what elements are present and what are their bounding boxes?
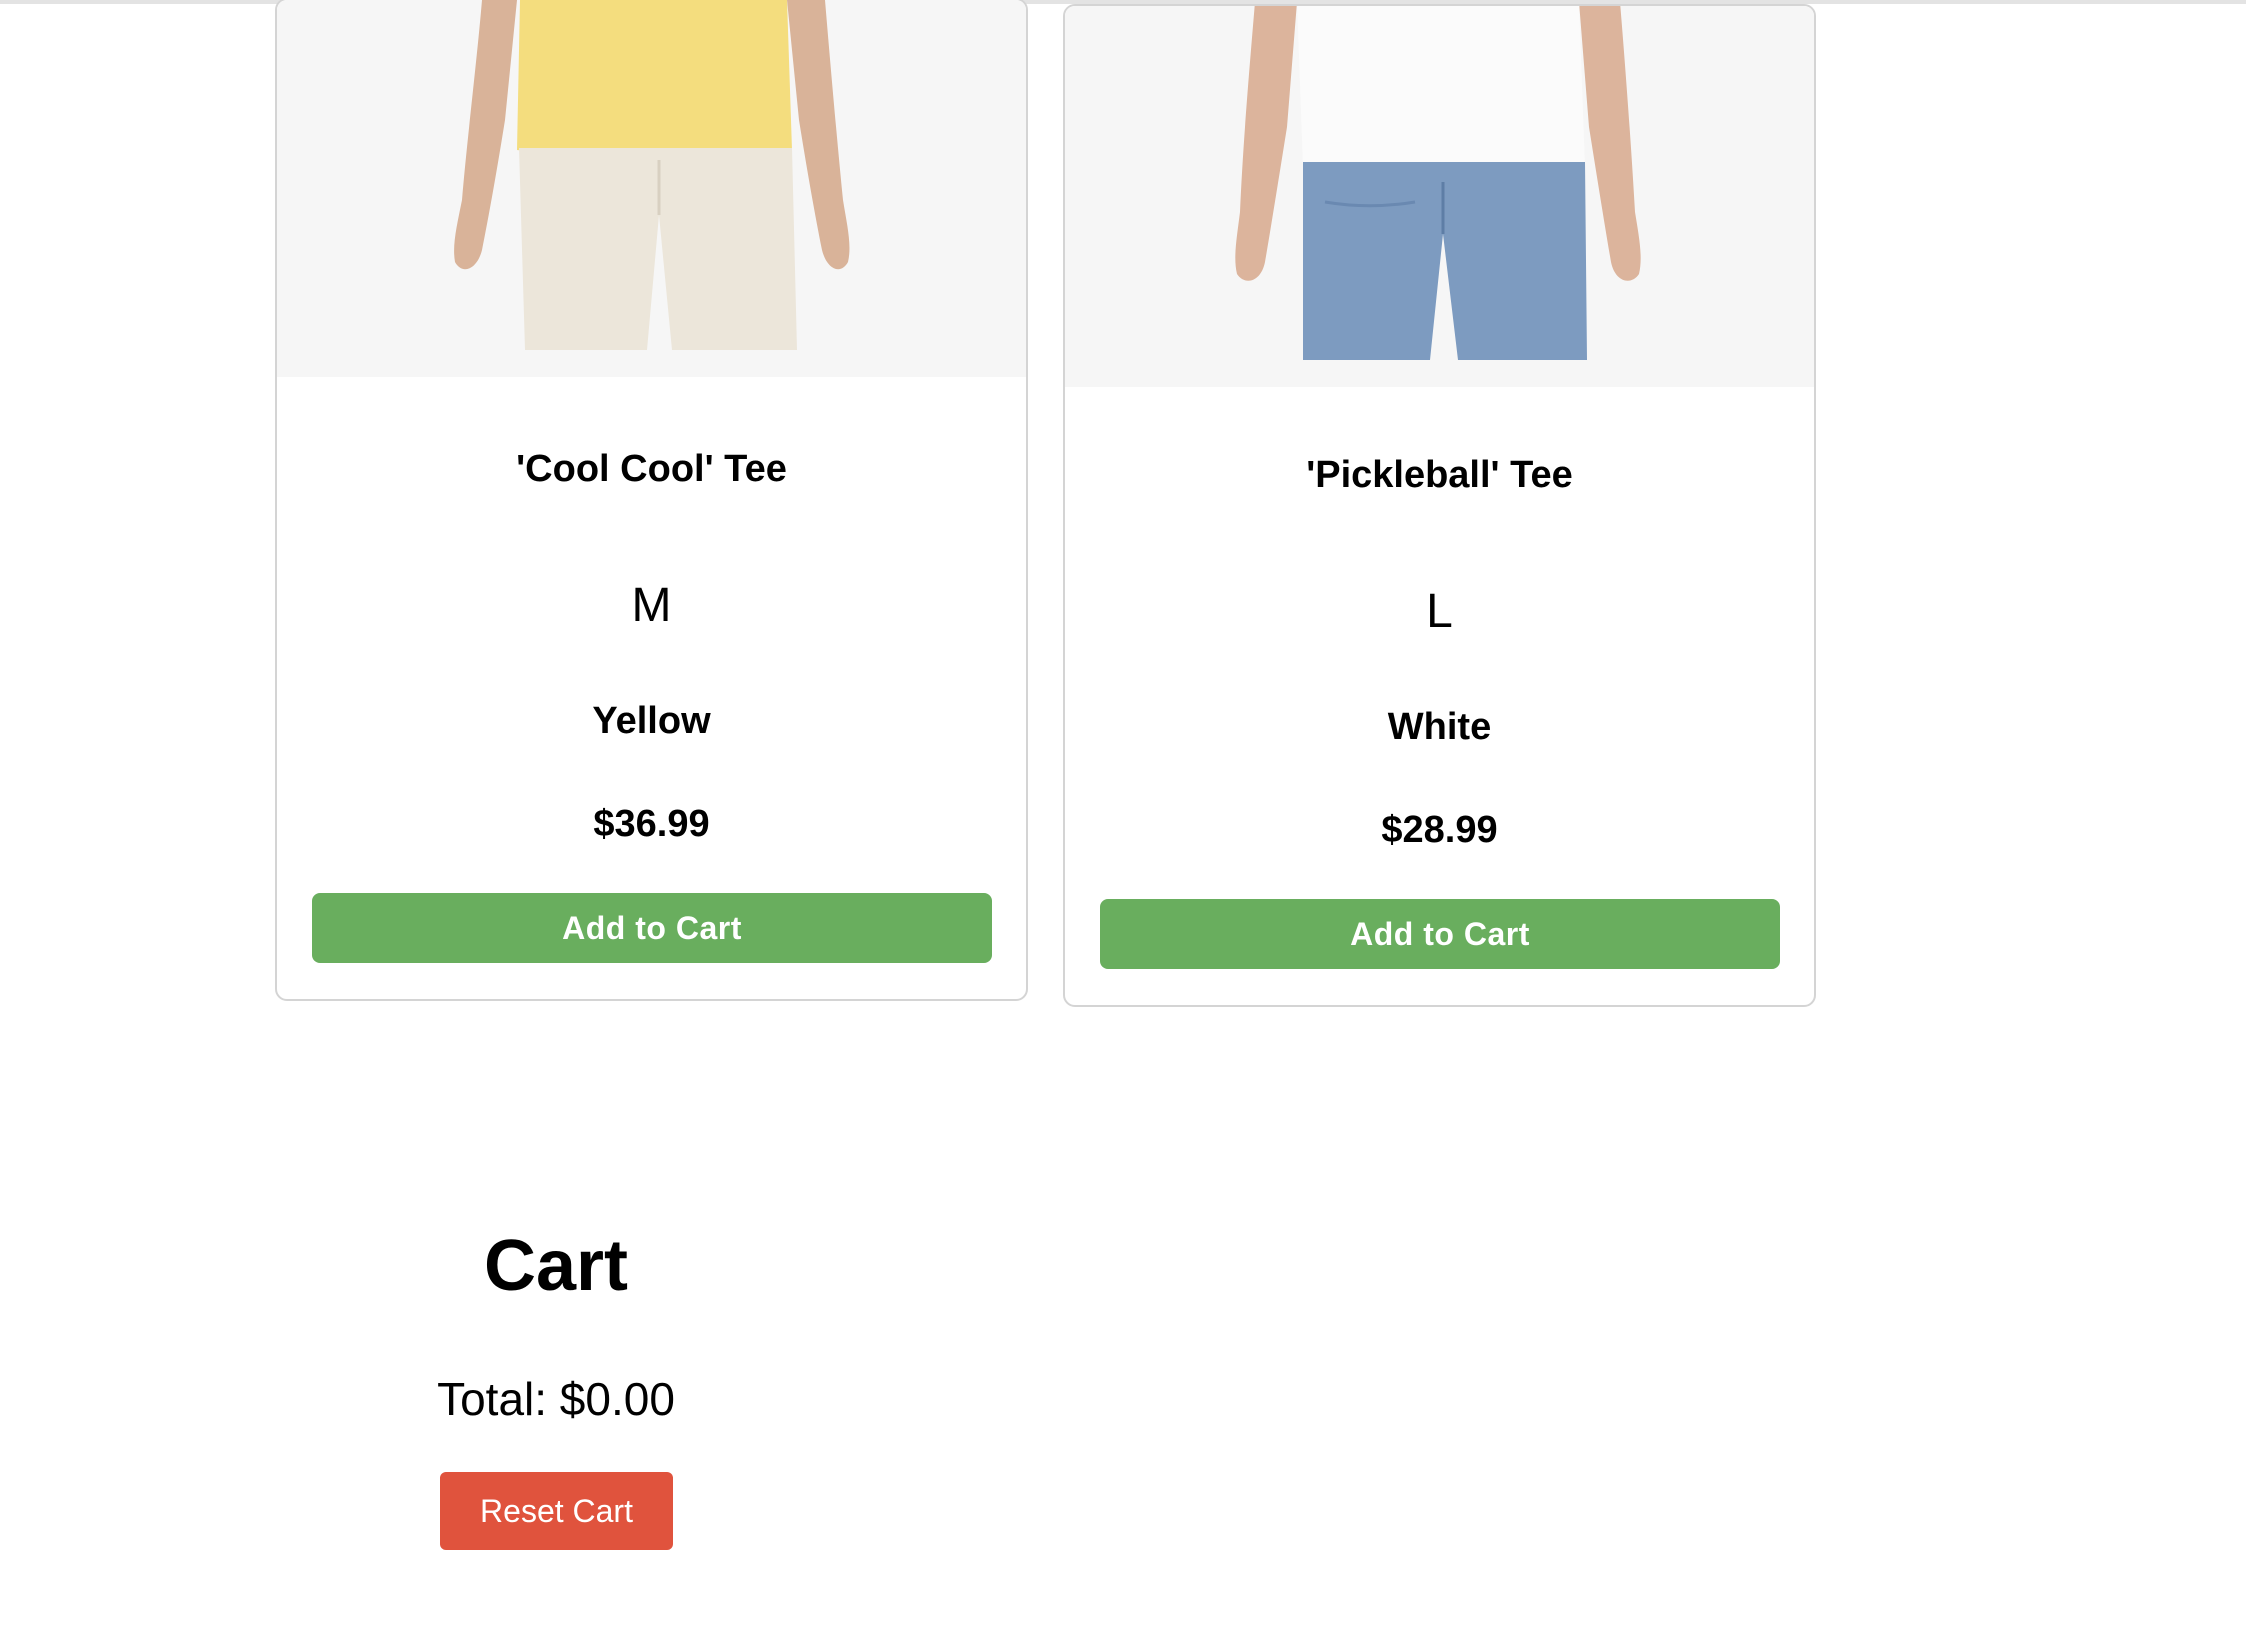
product-name: 'Cool Cool' Tee [516, 448, 787, 490]
product-size: L [1426, 585, 1453, 638]
product-price: $28.99 [1381, 809, 1498, 851]
product-card: 'Cool Cool' Tee M Yellow $36.99 Add to C… [275, 0, 1028, 1001]
product-price: $36.99 [593, 803, 710, 845]
shirt-shape [1297, 6, 1585, 177]
reset-cart-button[interactable]: Reset Cart [440, 1472, 673, 1550]
add-to-cart-button[interactable]: Add to Cart [312, 893, 992, 963]
product-name: 'Pickleball' Tee [1306, 454, 1573, 496]
shirt-shape [517, 0, 792, 156]
product-image [277, 0, 1026, 377]
cart-title: Cart [483, 1226, 629, 1306]
product-image [1065, 6, 1814, 387]
cart-total: Total: $0.00 [437, 1373, 675, 1425]
product-size: M [631, 579, 672, 632]
add-to-cart-button[interactable]: Add to Cart [1100, 899, 1780, 969]
product-color: Yellow [592, 700, 711, 742]
product-color: White [1387, 706, 1492, 748]
product-card: 'Pickleball' Tee L White $28.99 Add to C… [1063, 4, 1816, 1007]
